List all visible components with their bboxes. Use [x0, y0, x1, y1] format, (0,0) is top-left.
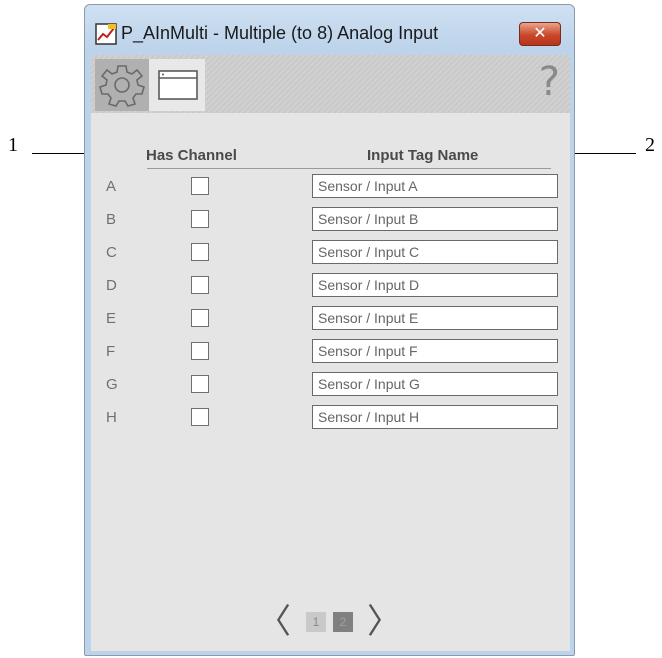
has-channel-checkbox[interactable]	[191, 243, 209, 261]
input-tag-name-header: Input Tag Name	[367, 147, 479, 164]
input-tags-tab[interactable]	[149, 59, 205, 111]
input-tag-name-field[interactable]: Sensor / Input E	[312, 306, 558, 330]
has-channel-header: Has Channel	[146, 147, 237, 164]
has-channel-checkbox[interactable]	[191, 309, 209, 327]
input-tag-name-field[interactable]: Sensor / Input A	[312, 174, 558, 198]
close-icon: ✕	[533, 25, 547, 42]
input-tag-name-field[interactable]: Sensor / Input B	[312, 207, 558, 231]
channel-letter: F	[106, 343, 116, 360]
input-tag-name-field[interactable]: Sensor / Input F	[312, 339, 558, 363]
has-channel-checkbox[interactable]	[191, 276, 209, 294]
has-channel-checkbox[interactable]	[191, 408, 209, 426]
page-2-button[interactable]: 2	[333, 612, 353, 632]
input-tag-name-field[interactable]: Sensor / Input D	[312, 273, 558, 297]
has-channel-checkbox[interactable]	[191, 342, 209, 360]
page-1-button[interactable]: 1	[306, 612, 326, 632]
callout-number-2: 2	[645, 134, 655, 156]
channel-letter: G	[106, 376, 118, 393]
gear-icon	[99, 65, 145, 107]
previous-page-button[interactable]: 〈	[257, 605, 291, 639]
input-tag-name-field[interactable]: Sensor / Input H	[312, 405, 558, 429]
title-bar[interactable]: P_AInMulti - Multiple (to 8) Analog Inpu…	[85, 5, 574, 55]
has-channel-checkbox[interactable]	[191, 177, 209, 195]
window-title: P_AInMulti - Multiple (to 8) Analog Inpu…	[121, 23, 439, 43]
channel-letter: D	[106, 277, 117, 294]
channel-letter: A	[106, 178, 117, 195]
channel-letter: H	[106, 409, 117, 426]
channel-letter: B	[106, 211, 117, 228]
input-tag-name-field[interactable]: Sensor / Input C	[312, 240, 558, 264]
channel-letter: E	[106, 310, 117, 327]
callout-number-1: 1	[8, 134, 18, 156]
toolbar: ?	[91, 55, 570, 113]
close-button[interactable]: ✕	[519, 22, 561, 46]
header-divider	[147, 168, 551, 169]
configuration-tab[interactable]	[95, 59, 149, 111]
faceplate-app-icon	[95, 23, 117, 45]
input-tag-name-field[interactable]: Sensor / Input G	[312, 372, 558, 396]
next-page-button[interactable]: 〉	[367, 605, 401, 639]
window-icon	[158, 70, 198, 100]
has-channel-checkbox[interactable]	[191, 375, 209, 393]
channel-letter: C	[106, 244, 117, 261]
faceplate-body: ? Has Channel Input Tag Name A Sensor / I…	[91, 55, 570, 651]
has-channel-checkbox[interactable]	[191, 210, 209, 228]
help-icon[interactable]: ?	[539, 59, 560, 105]
faceplate-window: P_AInMulti - Multiple (to 8) Analog Inpu…	[84, 4, 575, 656]
